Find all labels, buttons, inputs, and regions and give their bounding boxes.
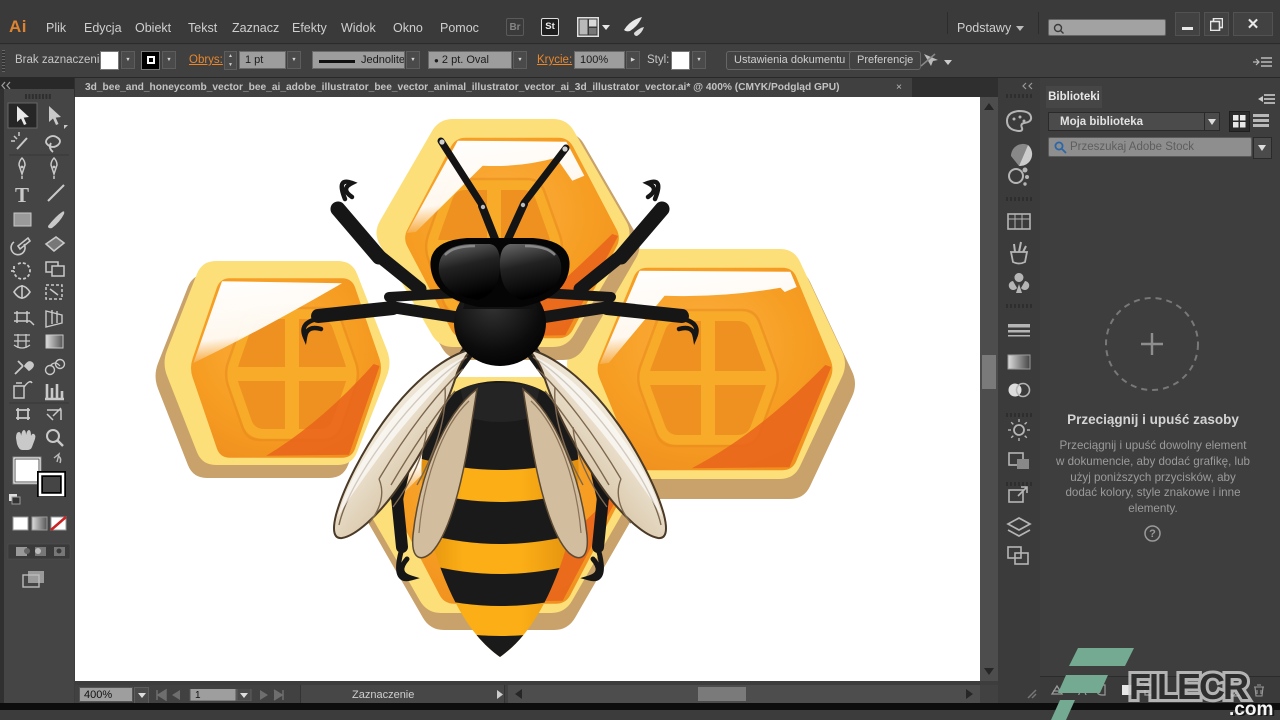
svg-text:.com: .com: [1229, 699, 1273, 720]
svg-text:1: 1: [195, 690, 201, 701]
svg-text:?: ?: [1149, 528, 1156, 540]
svg-text:T: T: [15, 183, 29, 207]
